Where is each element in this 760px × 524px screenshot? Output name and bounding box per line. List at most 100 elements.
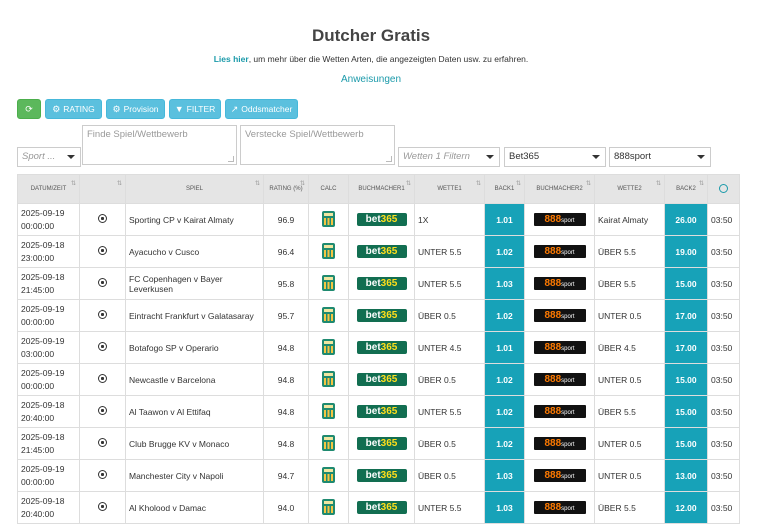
rating-button[interactable]: ⚙ RATING [45,99,102,119]
888sport-logo[interactable]: 888sport [533,469,586,482]
calculator-icon[interactable] [322,210,335,227]
888sport-logo[interactable]: 888sport [533,213,586,226]
bet365-logo[interactable]: bet365 [356,341,407,354]
calc-cell[interactable] [308,427,349,460]
bookmaker2-cell[interactable]: 888sport [524,395,595,428]
instructions-link[interactable]: Anweisungen [0,74,742,85]
bet1-cell: ÜBER 0.5 [414,299,485,332]
calculator-icon[interactable] [322,498,335,515]
clock-cell: 03:50 [707,203,740,236]
oddsmatcher-button[interactable]: ↗ Oddsmatcher [225,99,298,119]
calc-cell[interactable] [308,363,349,396]
header-label: BUCHMACHER1 [358,186,405,192]
date-cell: 2025-09-19 00:00:00 [17,203,80,236]
bookmaker2-cell[interactable]: 888sport [524,491,595,524]
bookmaker2-cell[interactable]: 888sport [524,267,595,300]
bookmaker2-select[interactable]: 888sport [609,147,711,167]
888sport-logo[interactable]: 888sport [533,277,586,290]
calc-cell[interactable] [308,331,349,364]
888sport-logo[interactable]: 888sport [533,373,586,386]
sort-icon: ⇅ [475,181,481,187]
bookmaker2-cell[interactable]: 888sport [524,203,595,236]
bookmaker2-cell[interactable]: 888sport [524,331,595,364]
back2-cell: 13.00 [664,459,708,492]
header-datum-zeit[interactable]: DATUM/ZEIT ⇅ [17,174,80,204]
888sport-logo[interactable]: 888sport [533,341,586,354]
calculator-icon[interactable] [322,370,335,387]
bookmaker1-cell[interactable]: bet365 [348,235,415,268]
provision-button[interactable]: ⚙ Provision [106,99,165,119]
sport-select[interactable]: Sport ... [17,147,81,167]
header-back2[interactable]: BACK2 ⇅ [664,174,708,204]
date-cell: 2025-09-18 20:40:00 [17,395,80,428]
bookmaker1-cell[interactable]: bet365 [348,459,415,492]
bet365-logo[interactable]: bet365 [356,245,407,258]
date-cell: 2025-09-19 00:00:00 [17,459,80,492]
calculator-icon[interactable] [322,402,335,419]
888sport-logo[interactable]: 888sport [533,309,586,322]
header-wette1[interactable]: WETTE1 ⇅ [414,174,485,204]
bookmaker1-select[interactable]: Bet365 [504,147,606,167]
bookmaker1-cell[interactable]: bet365 [348,363,415,396]
bookmaker2-cell[interactable]: 888sport [524,459,595,492]
calculator-icon[interactable] [322,274,335,291]
bookmaker1-cell[interactable]: bet365 [348,267,415,300]
calc-cell[interactable] [308,203,349,236]
bookmaker1-cell[interactable]: bet365 [348,331,415,364]
clock-icon [719,183,728,193]
date-value: 2025-09-19 [21,335,65,346]
find-game-input[interactable]: Finde Spiel/Wettbewerb [82,125,237,165]
intro-rest: , um mehr über die Wetten Arten, die ang… [248,54,529,64]
888sport-logo[interactable]: 888sport [533,501,586,514]
888sport-logo[interactable]: 888sport [533,405,586,418]
header-buchmacher2[interactable]: BUCHMACHER2 ⇅ [524,174,595,204]
bet365-logo[interactable]: bet365 [356,213,407,226]
header-rating[interactable]: RATING (%) ⇅ [263,174,309,204]
bet365-logo[interactable]: bet365 [356,405,407,418]
read-here-link[interactable]: Lies hier [214,54,249,64]
bookmaker2-cell[interactable]: 888sport [524,235,595,268]
calculator-icon[interactable] [322,242,335,259]
calculator-icon[interactable] [322,306,335,323]
bet365-logo[interactable]: bet365 [356,437,407,450]
bookmaker1-cell[interactable]: bet365 [348,395,415,428]
calculator-icon[interactable] [322,466,335,483]
calculator-icon[interactable] [322,434,335,451]
bet365-logo[interactable]: bet365 [356,469,407,482]
bookmaker1-cell[interactable]: bet365 [348,427,415,460]
header-wette2[interactable]: WETTE2 ⇅ [594,174,665,204]
bookmaker1-cell[interactable]: bet365 [348,299,415,332]
header-buchmacher1[interactable]: BUCHMACHER1 ⇅ [348,174,415,204]
888sport-logo[interactable]: 888sport [533,245,586,258]
bet-filter-select[interactable]: Wetten 1 Filtern [398,147,500,167]
bet365-logo[interactable]: bet365 [356,373,407,386]
calc-cell[interactable] [308,395,349,428]
rating-cell: 94.7 [263,459,309,492]
header-clock[interactable] [707,174,740,204]
calc-cell[interactable] [308,459,349,492]
calc-cell[interactable] [308,267,349,300]
bet365-logo[interactable]: bet365 [356,501,407,514]
filter-button[interactable]: ▼ FILTER [169,99,221,119]
header-sport[interactable]: ⇅ [79,174,126,204]
bookmaker1-cell[interactable]: bet365 [348,491,415,524]
bet365-logo[interactable]: bet365 [356,277,407,290]
calc-cell[interactable] [308,235,349,268]
888sport-logo[interactable]: 888sport [533,437,586,450]
bookmaker2-cell[interactable]: 888sport [524,363,595,396]
header-back1[interactable]: BACK1 ⇅ [484,174,525,204]
calculator-icon[interactable] [322,338,335,355]
sport-cell [79,331,126,364]
header-spiel[interactable]: SPIEL ⇅ [125,174,264,204]
bookmaker2-cell[interactable]: 888sport [524,299,595,332]
bet365-logo[interactable]: bet365 [356,309,407,322]
bookmaker1-cell[interactable]: bet365 [348,203,415,236]
filter-icon: ▼ [174,104,184,114]
calc-cell[interactable] [308,491,349,524]
bet2-cell: ÜBER 5.5 [594,267,665,300]
hide-game-input[interactable]: Verstecke Spiel/Wettbewerb [240,125,395,165]
refresh-button[interactable]: ⟳ [17,99,41,119]
bookmaker2-cell[interactable]: 888sport [524,427,595,460]
calc-cell[interactable] [308,299,349,332]
soccer-ball-icon [98,310,107,319]
